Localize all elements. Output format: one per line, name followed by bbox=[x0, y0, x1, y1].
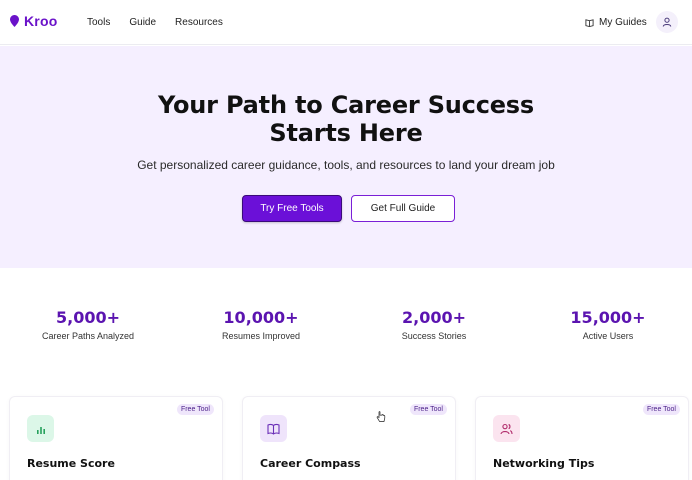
nav-item-tools[interactable]: Tools bbox=[87, 17, 110, 28]
my-guides-link[interactable]: My Guides bbox=[585, 17, 647, 28]
card-title: Networking Tips bbox=[493, 457, 595, 470]
hero-title-line-1: Your Path to Career Success bbox=[158, 91, 534, 119]
tool-card-networking-tips[interactable]: Free Tool Networking Tips bbox=[475, 396, 689, 480]
tool-card-career-compass[interactable]: Free Tool Career Compass bbox=[242, 396, 456, 480]
stat-label: Active Users bbox=[582, 331, 634, 341]
hand-cursor-icon bbox=[376, 411, 386, 422]
tool-card-resume-score[interactable]: Free Tool Resume Score bbox=[9, 396, 223, 480]
main-nav: Tools Guide Resources bbox=[87, 17, 223, 28]
free-tool-badge: Free Tool bbox=[642, 404, 680, 415]
stat-active-users: 15,000+ Active Users bbox=[528, 308, 688, 341]
stat-success-stories: 2,000+ Success Stories bbox=[354, 308, 514, 341]
free-tool-badge: Free Tool bbox=[409, 404, 447, 415]
stat-label: Career Paths Analyzed bbox=[41, 331, 135, 341]
users-icon bbox=[493, 415, 520, 442]
card-title: Resume Score bbox=[27, 457, 115, 470]
get-full-guide-button[interactable]: Get Full Guide bbox=[351, 195, 455, 222]
hero-subtitle: Get personalized career guidance, tools,… bbox=[137, 158, 555, 172]
stat-resumes: 10,000+ Resumes Improved bbox=[181, 308, 341, 341]
logo[interactable]: Kroo bbox=[10, 13, 57, 29]
stat-label: Resumes Improved bbox=[221, 331, 301, 341]
top-nav-bar: Kroo Tools Guide Resources My Guides bbox=[0, 0, 692, 45]
pin-icon bbox=[10, 15, 19, 27]
user-icon bbox=[662, 17, 672, 27]
stat-label: Success Stories bbox=[401, 331, 467, 341]
stat-value: 5,000+ bbox=[55, 308, 120, 327]
open-book-icon bbox=[260, 415, 287, 442]
logo-text: Kroo bbox=[24, 13, 58, 29]
card-title: Career Compass bbox=[260, 457, 361, 470]
free-tool-badge: Free Tool bbox=[176, 404, 214, 415]
bar-chart-icon bbox=[27, 415, 54, 442]
stat-value: 2,000+ bbox=[401, 308, 466, 327]
hero-title: Your Path to Career Success Starts Here bbox=[0, 91, 692, 147]
stat-value: 10,000+ bbox=[223, 308, 299, 327]
hero-title-line-2: Starts Here bbox=[269, 119, 423, 147]
my-guides-label: My Guides bbox=[599, 17, 647, 28]
hero-section: Your Path to Career Success Starts Here … bbox=[0, 46, 692, 268]
stat-career-paths: 5,000+ Career Paths Analyzed bbox=[8, 308, 168, 341]
nav-item-guide[interactable]: Guide bbox=[129, 17, 156, 28]
user-avatar-button[interactable] bbox=[656, 11, 678, 33]
try-free-tools-button[interactable]: Try Free Tools bbox=[242, 195, 342, 222]
nav-item-resources[interactable]: Resources bbox=[175, 17, 223, 28]
book-icon bbox=[585, 19, 594, 27]
stat-value: 15,000+ bbox=[570, 308, 646, 327]
